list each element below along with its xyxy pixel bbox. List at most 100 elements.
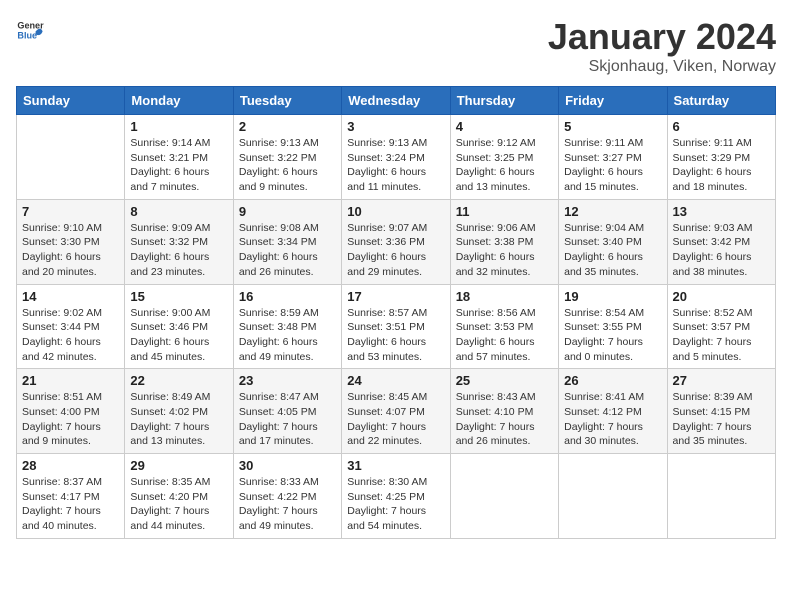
col-friday: Friday [559, 87, 667, 115]
day-info: Sunrise: 9:12 AM Sunset: 3:25 PM Dayligh… [456, 136, 553, 195]
calendar-week-5: 28 Sunrise: 8:37 AM Sunset: 4:17 PM Dayli… [17, 454, 776, 539]
day-number: 28 [22, 458, 119, 473]
day-info: Sunrise: 8:52 AM Sunset: 3:57 PM Dayligh… [673, 306, 770, 365]
day-number: 11 [456, 204, 553, 219]
day-info: Sunrise: 8:56 AM Sunset: 3:53 PM Dayligh… [456, 306, 553, 365]
calendar-cell: 11 Sunrise: 9:06 AM Sunset: 3:38 PM Dayli… [450, 199, 558, 284]
logo: General Blue [16, 16, 44, 44]
calendar-cell: 10 Sunrise: 9:07 AM Sunset: 3:36 PM Dayli… [342, 199, 450, 284]
day-number: 7 [22, 204, 119, 219]
calendar-cell: 4 Sunrise: 9:12 AM Sunset: 3:25 PM Daylig… [450, 115, 558, 200]
calendar-cell: 12Sunrise: 9:04 AM Sunset: 3:40 PM Dayli… [559, 199, 667, 284]
calendar-cell: 2Sunrise: 9:13 AM Sunset: 3:22 PM Daylig… [233, 115, 341, 200]
day-info: Sunrise: 9:10 AM Sunset: 3:30 PM Dayligh… [22, 221, 119, 280]
calendar-cell: 24 Sunrise: 8:45 AM Sunset: 4:07 PM Dayli… [342, 369, 450, 454]
calendar-cell: 28 Sunrise: 8:37 AM Sunset: 4:17 PM Dayli… [17, 454, 125, 539]
day-number: 9 [239, 204, 336, 219]
calendar-cell: 13 Sunrise: 9:03 AM Sunset: 3:42 PM Dayli… [667, 199, 775, 284]
day-number: 23 [239, 373, 336, 388]
calendar-week-1: 1 Sunrise: 9:14 AM Sunset: 3:21 PM Daylig… [17, 115, 776, 200]
day-info: Sunrise: 8:41 AM Sunset: 4:12 PM Dayligh… [564, 390, 661, 449]
col-monday: Monday [125, 87, 233, 115]
day-info: Sunrise: 8:37 AM Sunset: 4:17 PM Dayligh… [22, 475, 119, 534]
calendar-cell: 7 Sunrise: 9:10 AM Sunset: 3:30 PM Daylig… [17, 199, 125, 284]
day-info: Sunrise: 8:45 AM Sunset: 4:07 PM Dayligh… [347, 390, 444, 449]
day-info: Sunrise: 9:07 AM Sunset: 3:36 PM Dayligh… [347, 221, 444, 280]
day-info: Sunrise: 9:08 AM Sunset: 3:34 PM Dayligh… [239, 221, 336, 280]
calendar-cell [17, 115, 125, 200]
calendar-cell: 25 Sunrise: 8:43 AM Sunset: 4:10 PM Dayli… [450, 369, 558, 454]
title-area: January 2024 Skjonhaug, Viken, Norway [548, 16, 776, 76]
calendar-cell [667, 454, 775, 539]
day-info: Sunrise: 8:57 AM Sunset: 3:51 PM Dayligh… [347, 306, 444, 365]
day-number: 31 [347, 458, 444, 473]
day-number: 6 [673, 119, 770, 134]
day-number: 3 [347, 119, 444, 134]
day-info: Sunrise: 8:30 AM Sunset: 4:25 PM Dayligh… [347, 475, 444, 534]
day-number: 1 [130, 119, 227, 134]
day-info: Sunrise: 9:11 AM Sunset: 3:29 PM Dayligh… [673, 136, 770, 195]
day-number: 26 [564, 373, 661, 388]
day-info: Sunrise: 9:06 AM Sunset: 3:38 PM Dayligh… [456, 221, 553, 280]
day-number: 27 [673, 373, 770, 388]
calendar-cell: 31 Sunrise: 8:30 AM Sunset: 4:25 PM Dayli… [342, 454, 450, 539]
day-number: 10 [347, 204, 444, 219]
calendar-cell: 8 Sunrise: 9:09 AM Sunset: 3:32 PM Daylig… [125, 199, 233, 284]
day-number: 29 [130, 458, 227, 473]
day-info: Sunrise: 9:03 AM Sunset: 3:42 PM Dayligh… [673, 221, 770, 280]
calendar-week-3: 14Sunrise: 9:02 AM Sunset: 3:44 PM Dayli… [17, 284, 776, 369]
day-number: 16 [239, 289, 336, 304]
calendar-cell: 16 Sunrise: 8:59 AM Sunset: 3:48 PM Dayli… [233, 284, 341, 369]
day-number: 19 [564, 289, 661, 304]
day-info: Sunrise: 8:35 AM Sunset: 4:20 PM Dayligh… [130, 475, 227, 534]
logo-icon: General Blue [16, 16, 44, 44]
calendar-cell: 1 Sunrise: 9:14 AM Sunset: 3:21 PM Daylig… [125, 115, 233, 200]
calendar-week-2: 7 Sunrise: 9:10 AM Sunset: 3:30 PM Daylig… [17, 199, 776, 284]
day-number: 5 [564, 119, 661, 134]
calendar-cell: 26 Sunrise: 8:41 AM Sunset: 4:12 PM Dayli… [559, 369, 667, 454]
page-header: General Blue January 2024 Skjonhaug, Vik… [16, 16, 776, 76]
calendar-cell: 17Sunrise: 8:57 AM Sunset: 3:51 PM Dayli… [342, 284, 450, 369]
calendar-cell: 23 Sunrise: 8:47 AM Sunset: 4:05 PM Dayli… [233, 369, 341, 454]
day-info: Sunrise: 8:47 AM Sunset: 4:05 PM Dayligh… [239, 390, 336, 449]
calendar-cell: 18 Sunrise: 8:56 AM Sunset: 3:53 PM Dayli… [450, 284, 558, 369]
day-number: 4 [456, 119, 553, 134]
calendar-cell: 14Sunrise: 9:02 AM Sunset: 3:44 PM Dayli… [17, 284, 125, 369]
calendar-cell: 5Sunrise: 9:11 AM Sunset: 3:27 PM Daylig… [559, 115, 667, 200]
calendar-cell: 20 Sunrise: 8:52 AM Sunset: 3:57 PM Dayli… [667, 284, 775, 369]
day-info: Sunrise: 8:43 AM Sunset: 4:10 PM Dayligh… [456, 390, 553, 449]
col-sunday: Sunday [17, 87, 125, 115]
day-info: Sunrise: 8:49 AM Sunset: 4:02 PM Dayligh… [130, 390, 227, 449]
calendar-cell: 3 Sunrise: 9:13 AM Sunset: 3:24 PM Daylig… [342, 115, 450, 200]
calendar-cell: 19Sunrise: 8:54 AM Sunset: 3:55 PM Dayli… [559, 284, 667, 369]
calendar-cell: 6 Sunrise: 9:11 AM Sunset: 3:29 PM Daylig… [667, 115, 775, 200]
calendar-cell: 22Sunrise: 8:49 AM Sunset: 4:02 PM Dayli… [125, 369, 233, 454]
day-number: 13 [673, 204, 770, 219]
day-info: Sunrise: 8:51 AM Sunset: 4:00 PM Dayligh… [22, 390, 119, 449]
calendar-cell: 9 Sunrise: 9:08 AM Sunset: 3:34 PM Daylig… [233, 199, 341, 284]
day-info: Sunrise: 9:09 AM Sunset: 3:32 PM Dayligh… [130, 221, 227, 280]
day-number: 15 [130, 289, 227, 304]
day-number: 18 [456, 289, 553, 304]
calendar-cell: 15 Sunrise: 9:00 AM Sunset: 3:46 PM Dayli… [125, 284, 233, 369]
calendar-cell: 30Sunrise: 8:33 AM Sunset: 4:22 PM Dayli… [233, 454, 341, 539]
day-number: 25 [456, 373, 553, 388]
day-number: 2 [239, 119, 336, 134]
svg-text:Blue: Blue [17, 30, 37, 40]
day-info: Sunrise: 9:13 AM Sunset: 3:24 PM Dayligh… [347, 136, 444, 195]
day-info: Sunrise: 8:39 AM Sunset: 4:15 PM Dayligh… [673, 390, 770, 449]
calendar-cell: 21Sunrise: 8:51 AM Sunset: 4:00 PM Dayli… [17, 369, 125, 454]
calendar-subtitle: Skjonhaug, Viken, Norway [548, 58, 776, 76]
day-number: 20 [673, 289, 770, 304]
day-number: 8 [130, 204, 227, 219]
day-info: Sunrise: 9:14 AM Sunset: 3:21 PM Dayligh… [130, 136, 227, 195]
header-row: Sunday Monday Tuesday Wednesday Thursday… [17, 87, 776, 115]
day-number: 24 [347, 373, 444, 388]
calendar-cell: 27 Sunrise: 8:39 AM Sunset: 4:15 PM Dayli… [667, 369, 775, 454]
calendar-cell [450, 454, 558, 539]
day-info: Sunrise: 8:59 AM Sunset: 3:48 PM Dayligh… [239, 306, 336, 365]
day-number: 14 [22, 289, 119, 304]
calendar-cell [559, 454, 667, 539]
day-info: Sunrise: 9:00 AM Sunset: 3:46 PM Dayligh… [130, 306, 227, 365]
col-saturday: Saturday [667, 87, 775, 115]
